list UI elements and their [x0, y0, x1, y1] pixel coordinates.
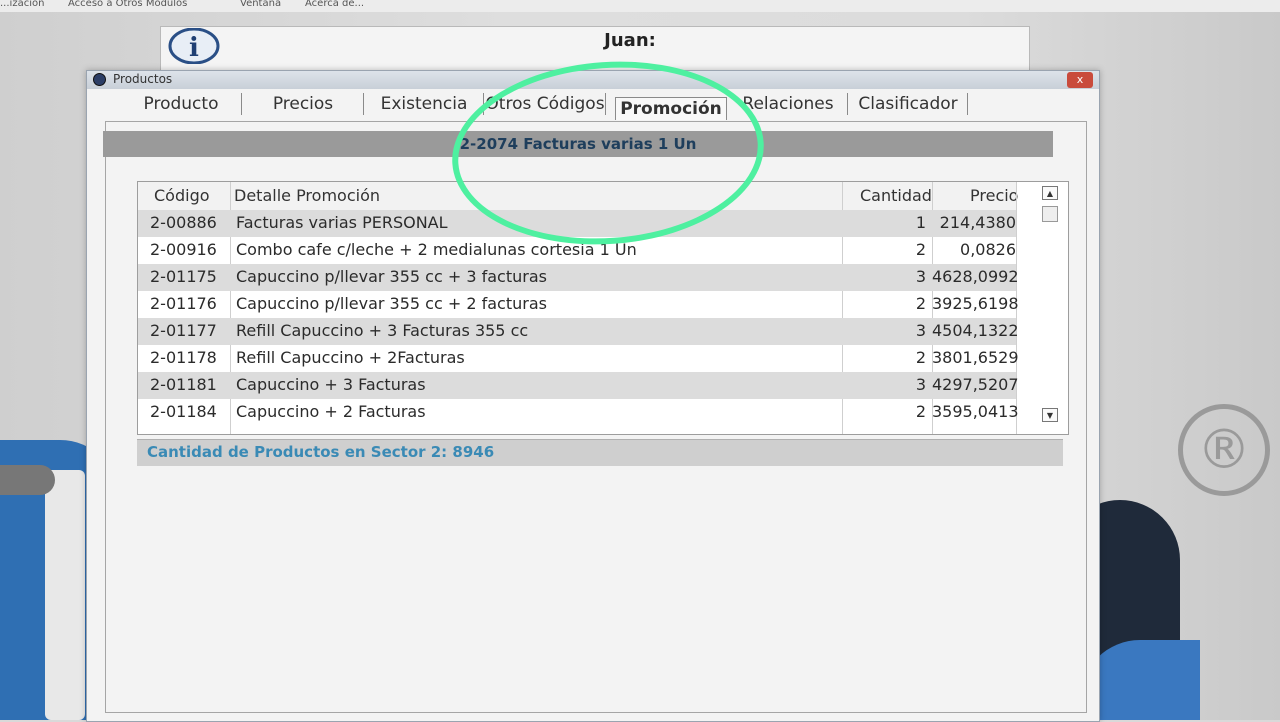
background-dialog-title: Juan:: [604, 30, 656, 51]
cell-codigo: 2-00916: [150, 240, 217, 259]
table-row[interactable]: 2-01178 Refill Capuccino + 2Facturas 2 3…: [138, 345, 1019, 372]
table-row[interactable]: 2-01175 Capuccino p/llevar 355 cc + 3 fa…: [138, 264, 1019, 291]
tab-producto[interactable]: Producto: [121, 93, 242, 115]
column-header-cantidad[interactable]: Cantidad: [860, 186, 932, 205]
cell-codigo: 2-01184: [150, 402, 217, 421]
cell-precio: 3925,6198: [932, 294, 1019, 313]
cell-codigo: 2-00886: [150, 213, 217, 232]
table-row[interactable]: 2-01176 Capuccino p/llevar 355 cc + 2 fa…: [138, 291, 1019, 318]
tab-precios[interactable]: Precios: [243, 93, 364, 115]
cell-codigo: 2-01177: [150, 321, 217, 340]
tab-clasificador[interactable]: Clasificador: [849, 93, 968, 115]
table-row[interactable]: 2-01181 Capuccino + 3 Facturas 3 4297,52…: [138, 372, 1019, 399]
cell-detalle: Capuccino + 2 Facturas: [236, 402, 426, 421]
table-row[interactable]: 2-01177 Refill Capuccino + 3 Facturas 35…: [138, 318, 1019, 345]
close-button[interactable]: x: [1067, 72, 1093, 88]
cell-detalle: Facturas varias PERSONAL: [236, 213, 448, 232]
menu-item[interactable]: Acceso a Otros Módulos: [68, 0, 187, 9]
cell-cantidad: 2: [915, 240, 926, 259]
tab-existencia[interactable]: Existencia: [365, 93, 484, 115]
app-icon: [93, 73, 106, 86]
cell-precio: 0,0826: [960, 240, 1016, 259]
table-row[interactable]: 2-01184 Capuccino + 2 Facturas 2 3595,04…: [138, 399, 1019, 426]
cell-precio: 4504,1322: [932, 321, 1019, 340]
brand-logo-shape: [45, 470, 85, 720]
cell-cantidad: 3: [915, 375, 926, 394]
product-count-status: Cantidad de Productos en Sector 2: 8946: [147, 443, 495, 461]
cell-precio: 3801,6529: [932, 348, 1019, 367]
cell-detalle: Capuccino p/llevar 355 cc + 2 facturas: [236, 294, 547, 313]
scroll-up-icon[interactable]: ▲: [1042, 186, 1058, 200]
info-icon: i: [168, 28, 220, 64]
status-bar: Cantidad de Productos en Sector 2: 8946: [137, 439, 1063, 466]
cell-cantidad: 1: [915, 213, 926, 232]
cell-precio: 4297,5207: [932, 375, 1019, 394]
menu-item[interactable]: Acerca de...: [305, 0, 364, 9]
scroll-down-icon[interactable]: ▼: [1042, 408, 1058, 422]
cell-codigo: 2-01178: [150, 348, 217, 367]
cell-precio: 214,4380: [939, 213, 1016, 232]
cell-cantidad: 2: [915, 348, 926, 367]
cell-precio: 3595,0413: [932, 402, 1019, 421]
cell-codigo: 2-01181: [150, 375, 217, 394]
cell-detalle: Capuccino p/llevar 355 cc + 3 facturas: [236, 267, 547, 286]
window-title: Productos: [113, 72, 173, 86]
column-header-precio[interactable]: Precio: [970, 186, 1018, 205]
cell-detalle: Refill Capuccino + 3 Facturas 355 cc: [236, 321, 529, 340]
vertical-scrollbar[interactable]: ▲ ▼: [1042, 186, 1060, 426]
menu-item[interactable]: Ventana: [240, 0, 281, 9]
brand-logo-shape: [0, 465, 55, 495]
column-header-detalle[interactable]: Detalle Promoción: [234, 186, 380, 205]
cell-detalle: Refill Capuccino + 2Facturas: [236, 348, 465, 367]
registered-trademark-icon: ®: [1178, 404, 1270, 496]
background-menubar: ...ización Acceso a Otros Módulos Ventan…: [0, 0, 1280, 12]
cell-precio: 4628,0992: [932, 267, 1019, 286]
cell-cantidad: 2: [915, 402, 926, 421]
scroll-thumb[interactable]: [1042, 206, 1058, 222]
cell-cantidad: 3: [915, 321, 926, 340]
cell-codigo: 2-01176: [150, 294, 217, 313]
cell-detalle: Capuccino + 3 Facturas: [236, 375, 426, 394]
cell-cantidad: 3: [915, 267, 926, 286]
svg-text:i: i: [189, 33, 199, 63]
column-header-codigo[interactable]: Código: [154, 186, 210, 205]
cell-codigo: 2-01175: [150, 267, 217, 286]
menu-item[interactable]: ...ización: [0, 0, 44, 9]
cell-cantidad: 2: [915, 294, 926, 313]
